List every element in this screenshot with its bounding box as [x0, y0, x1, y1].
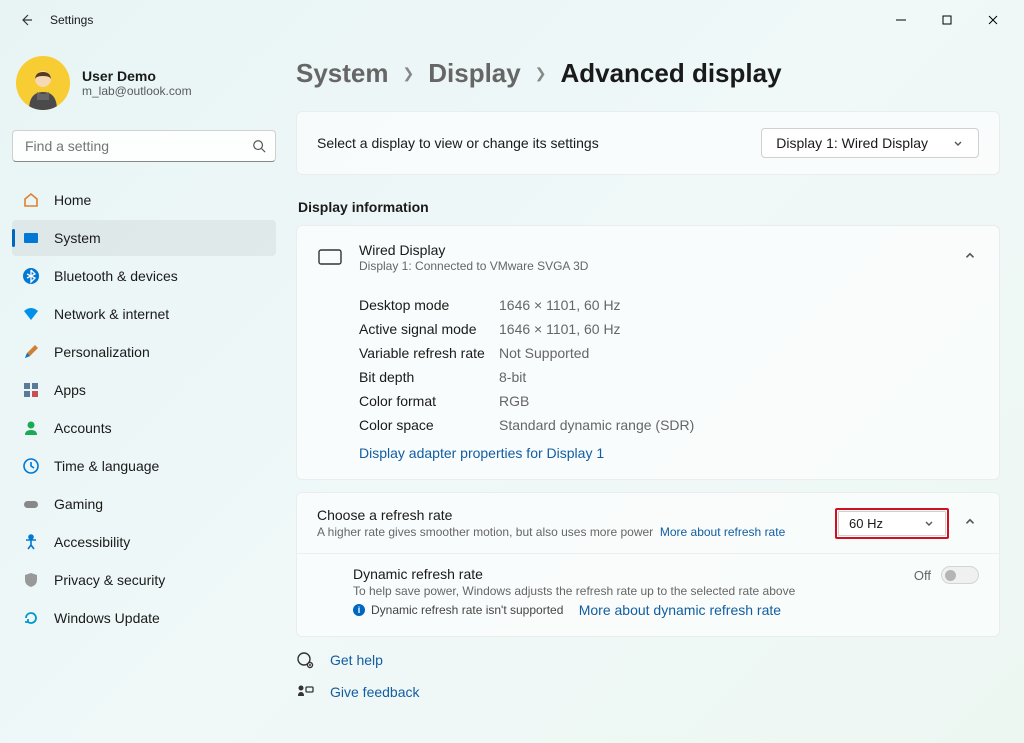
chevron-down-icon: [923, 517, 935, 529]
nav-label: System: [54, 230, 101, 246]
nav-label: Gaming: [54, 496, 103, 512]
nav-accounts[interactable]: Accounts: [12, 410, 276, 446]
user-name: User Demo: [82, 68, 192, 84]
user-account[interactable]: User Demo m_lab@outlook.com: [16, 56, 272, 110]
nav-label: Personalization: [54, 344, 150, 360]
dynamic-note: Dynamic refresh rate isn't supported: [371, 603, 563, 617]
chevron-right-icon: ❯: [403, 65, 415, 82]
display-selector[interactable]: Display 1: Wired Display: [761, 128, 979, 158]
gamepad-icon: [22, 495, 40, 513]
chevron-down-icon: [952, 137, 964, 149]
info-key: Desktop mode: [359, 297, 499, 313]
nav-windows-update[interactable]: Windows Update: [12, 600, 276, 636]
adapter-properties-link[interactable]: Display adapter properties for Display 1: [359, 445, 604, 461]
bluetooth-icon: [22, 267, 40, 285]
nav-gaming[interactable]: Gaming: [12, 486, 276, 522]
collapse-button[interactable]: [963, 248, 979, 267]
dynamic-refresh-toggle: [941, 566, 979, 584]
select-display-prompt: Select a display to view or change its s…: [317, 135, 761, 151]
more-dynamic-link[interactable]: More about dynamic refresh rate: [579, 602, 781, 618]
toggle-label: Off: [914, 568, 931, 583]
minimize-button[interactable]: [878, 4, 924, 36]
display-selector-value: Display 1: Wired Display: [776, 135, 928, 151]
breadcrumb: System ❯ Display ❯ Advanced display: [296, 58, 1000, 89]
nav-label: Bluetooth & devices: [54, 268, 178, 284]
nav-label: Accounts: [54, 420, 112, 436]
system-icon: [22, 229, 40, 247]
nav-accessibility[interactable]: Accessibility: [12, 524, 276, 560]
crumb-system[interactable]: System: [296, 58, 389, 89]
wifi-icon: [22, 305, 40, 323]
nav-label: Time & language: [54, 458, 159, 474]
refresh-sub: A higher rate gives smoother motion, but…: [317, 525, 653, 539]
person-icon: [22, 419, 40, 437]
crumb-current: Advanced display: [560, 58, 781, 89]
user-email: m_lab@outlook.com: [82, 84, 192, 98]
display-connected: Display 1: Connected to VMware SVGA 3D: [359, 259, 947, 273]
nav-label: Accessibility: [54, 534, 130, 550]
chevron-right-icon: ❯: [535, 65, 547, 82]
info-val: Standard dynamic range (SDR): [499, 417, 694, 433]
collapse-button[interactable]: [963, 514, 979, 533]
nav-label: Apps: [54, 382, 86, 398]
window-title: Settings: [50, 13, 93, 27]
maximize-button[interactable]: [924, 4, 970, 36]
nav-label: Privacy & security: [54, 572, 165, 588]
feedback-label: Give feedback: [330, 684, 420, 700]
update-icon: [22, 609, 40, 627]
nav-time-language[interactable]: Time & language: [12, 448, 276, 484]
help-icon: [296, 651, 314, 669]
shield-icon: [22, 571, 40, 589]
info-val: 1646 × 1101, 60 Hz: [499, 321, 621, 337]
clock-icon: [22, 457, 40, 475]
help-label: Get help: [330, 652, 383, 668]
info-key: Variable refresh rate: [359, 345, 499, 361]
refresh-rate-selector[interactable]: 60 Hz: [838, 511, 946, 536]
search-input[interactable]: [12, 130, 276, 162]
search-icon: [252, 139, 266, 153]
info-val: RGB: [499, 393, 529, 409]
back-button[interactable]: [16, 10, 36, 30]
info-key: Color space: [359, 417, 499, 433]
give-feedback-link[interactable]: Give feedback: [296, 683, 1000, 701]
nav-personalization[interactable]: Personalization: [12, 334, 276, 370]
monitor-icon: [317, 248, 343, 268]
info-val: 8-bit: [499, 369, 526, 385]
nav-system[interactable]: System: [12, 220, 276, 256]
nav-label: Network & internet: [54, 306, 169, 322]
dynamic-sub: To help save power, Windows adjusts the …: [353, 584, 900, 598]
more-refresh-link[interactable]: More about refresh rate: [660, 525, 785, 539]
feedback-icon: [296, 683, 314, 701]
nav-network[interactable]: Network & internet: [12, 296, 276, 332]
apps-icon: [22, 381, 40, 399]
refresh-title: Choose a refresh rate: [317, 507, 821, 523]
info-key: Active signal mode: [359, 321, 499, 337]
info-key: Bit depth: [359, 369, 499, 385]
nav-bluetooth[interactable]: Bluetooth & devices: [12, 258, 276, 294]
get-help-link[interactable]: Get help: [296, 651, 1000, 669]
nav-apps[interactable]: Apps: [12, 372, 276, 408]
nav-privacy[interactable]: Privacy & security: [12, 562, 276, 598]
avatar: [16, 56, 70, 110]
info-key: Color format: [359, 393, 499, 409]
close-button[interactable]: [970, 4, 1016, 36]
info-val: 1646 × 1101, 60 Hz: [499, 297, 621, 313]
nav-home[interactable]: Home: [12, 182, 276, 218]
paintbrush-icon: [22, 343, 40, 361]
refresh-rate-value: 60 Hz: [849, 516, 883, 531]
info-icon: i: [353, 604, 365, 616]
section-display-info: Display information: [298, 199, 1000, 215]
nav-label: Windows Update: [54, 610, 160, 626]
dynamic-title: Dynamic refresh rate: [353, 566, 900, 582]
crumb-display[interactable]: Display: [428, 58, 521, 89]
back-arrow-icon: [18, 12, 34, 28]
info-val: Not Supported: [499, 345, 589, 361]
display-name: Wired Display: [359, 242, 947, 258]
nav-label: Home: [54, 192, 91, 208]
home-icon: [22, 191, 40, 209]
accessibility-icon: [22, 533, 40, 551]
